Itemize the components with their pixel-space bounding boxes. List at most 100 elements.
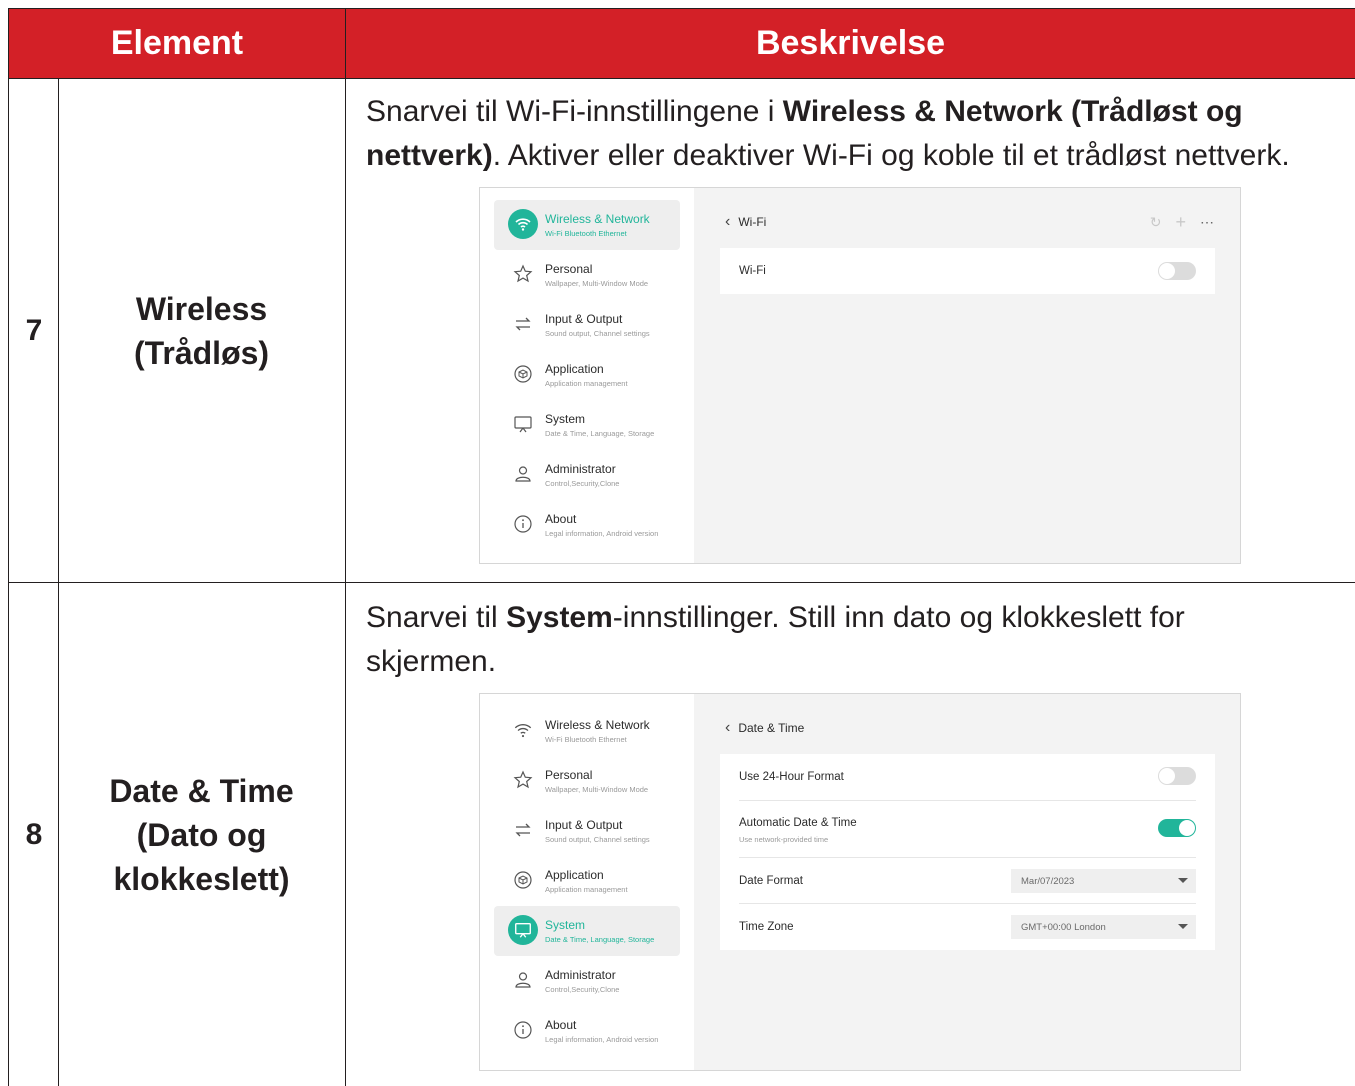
sidebar-item-sub: Legal information, Android version	[545, 529, 659, 538]
plus-icon[interactable]: +	[1175, 212, 1186, 233]
datetime-settings-screenshot: Wireless & Network Wi-Fi Bluetooth Ether…	[479, 693, 1241, 1071]
sidebar-item-sub: Legal information, Android version	[545, 1035, 659, 1044]
table-border-left	[8, 8, 9, 1086]
back-button[interactable]: ‹ Wi-Fi	[725, 213, 766, 231]
sidebar-item-sub: Wi-Fi Bluetooth Ethernet	[545, 735, 627, 744]
header-element-label: Element	[110, 24, 244, 62]
row-8-element-line3: klokkeslett)	[113, 860, 290, 897]
sidebar-item-sub: Control,Security,Clone	[545, 985, 620, 994]
monitor-icon	[508, 409, 538, 439]
refresh-icon[interactable]: ↻	[1150, 214, 1162, 231]
sidebar-item-wireless[interactable]: Wireless & Network Wi-Fi Bluetooth Ether…	[494, 706, 680, 756]
wifi-icon	[508, 209, 538, 239]
swap-icon	[508, 309, 538, 339]
settings-sidebar: Wireless & Network Wi-Fi Bluetooth Ether…	[480, 694, 694, 1070]
sidebar-item-input-output[interactable]: Input & Output Sound output, Channel set…	[494, 806, 680, 856]
wifi-toolbar: ↻ + ⋯	[1150, 212, 1214, 233]
sidebar-item-about[interactable]: About Legal information, Android version	[494, 500, 680, 550]
row-8-element-line1: Date & Time	[109, 772, 294, 809]
sidebar-item-label: About	[545, 512, 577, 526]
use24-label: Use 24-Hour Format	[739, 771, 844, 783]
chevron-left-icon: ‹	[725, 213, 731, 230]
row-8-description: Snarvei til System-innstillinger. Still …	[366, 596, 1246, 684]
info-icon	[508, 509, 538, 539]
sidebar-item-about[interactable]: About Legal information, Android version	[494, 1006, 680, 1056]
wifi-main-panel: ‹ Wi-Fi ↻ + ⋯ Wi-Fi	[695, 188, 1240, 563]
row-7-description: Snarvei til Wi-Fi-innstillingene i Wirel…	[366, 90, 1351, 178]
wifi-row-label: Wi-Fi	[739, 265, 766, 277]
header-description-label: Beskrivelse	[755, 24, 946, 62]
star-icon	[508, 765, 538, 795]
sidebar-item-sub: Control,Security,Clone	[545, 479, 620, 488]
row-8-element-line2: (Dato og	[136, 816, 267, 853]
chevron-down-icon	[1178, 924, 1188, 929]
wifi-toggle[interactable]	[1158, 262, 1196, 280]
sidebar-item-personal[interactable]: Personal Wallpaper, Multi-Window Mode	[494, 756, 680, 806]
sidebar-item-label: System	[545, 412, 586, 426]
settings-sidebar: Wireless & Network Wi-Fi Bluetooth Ether…	[480, 188, 694, 563]
auto-datetime-sub: Use network-provided time	[739, 835, 829, 844]
row-8-desc-text1: Snarvei til	[366, 601, 507, 634]
sidebar-item-administrator[interactable]: Administrator Control,Security,Clone	[494, 956, 680, 1006]
sidebar-item-sub: Date & Time, Language, Storage	[545, 935, 655, 944]
time-zone-select[interactable]: GMT+00:00 London	[1011, 915, 1196, 939]
more-icon[interactable]: ⋯	[1200, 214, 1214, 231]
sidebar-item-system[interactable]: System Date & Time, Language, Storage	[494, 906, 680, 956]
sidebar-item-label: Administrator	[545, 462, 616, 476]
sidebar-item-personal[interactable]: Personal Wallpaper, Multi-Window Mode	[494, 250, 680, 300]
box-icon	[508, 359, 538, 389]
datetime-card: Use 24-Hour Format Automatic Date & Time…	[720, 754, 1215, 950]
table-border-mid	[345, 8, 346, 1086]
date-format-value: Mar/07/2023	[1021, 875, 1075, 887]
sidebar-item-label: Personal	[545, 768, 593, 782]
auto-datetime-label: Automatic Date & Time	[739, 817, 857, 829]
sidebar-item-label: Wireless & Network	[545, 718, 650, 732]
star-icon	[508, 259, 538, 289]
sidebar-item-sub: Application management	[545, 379, 628, 388]
sidebar-item-system[interactable]: System Date & Time, Language, Storage	[494, 400, 680, 450]
sidebar-item-wireless[interactable]: Wireless & Network Wi-Fi Bluetooth Ether…	[494, 200, 680, 250]
header-description-cell: Beskrivelse	[346, 8, 1355, 78]
back-button[interactable]: ‹ Date & Time	[725, 719, 804, 737]
header-element-cell: Element	[8, 8, 346, 78]
datetime-main-panel: ‹ Date & Time Use 24-Hour Format Automat…	[695, 694, 1240, 1070]
time-zone-value: GMT+00:00 London	[1021, 921, 1106, 933]
sidebar-item-administrator[interactable]: Administrator Control,Security,Clone	[494, 450, 680, 500]
sidebar-item-input-output[interactable]: Input & Output Sound output, Channel set…	[494, 300, 680, 350]
row-8-desc-bold: System	[506, 601, 613, 634]
wifi-icon	[508, 715, 538, 745]
row-7-desc-text2: . Aktiver eller deaktiver Wi-Fi og koble…	[492, 139, 1290, 172]
chevron-left-icon: ‹	[725, 719, 731, 736]
sidebar-item-label: Personal	[545, 262, 593, 276]
row-7-number: 7	[25, 313, 43, 347]
sidebar-item-label: Input & Output	[545, 818, 623, 832]
info-icon	[508, 1015, 538, 1045]
sidebar-item-application[interactable]: Application Application management	[494, 350, 680, 400]
sidebar-item-sub: Sound output, Channel settings	[545, 329, 650, 338]
sidebar-item-sub: Date & Time, Language, Storage	[545, 429, 655, 438]
panel-title: Wi-Fi	[738, 215, 767, 229]
sidebar-item-label: Wireless & Network	[545, 212, 650, 226]
row-divider	[739, 800, 1196, 801]
sidebar-item-label: Input & Output	[545, 312, 623, 326]
wifi-settings-screenshot: Wireless & Network Wi-Fi Bluetooth Ether…	[479, 187, 1241, 564]
row-divider	[739, 857, 1196, 858]
sidebar-item-label: Administrator	[545, 968, 616, 982]
sidebar-item-label: Application	[545, 362, 604, 376]
box-icon	[508, 865, 538, 895]
row-8-number: 8	[25, 817, 43, 851]
sidebar-item-application[interactable]: Application Application management	[494, 856, 680, 906]
row-7-element-line2: (Trådløs)	[133, 334, 270, 371]
date-format-select[interactable]: Mar/07/2023	[1011, 869, 1196, 893]
sidebar-item-sub: Sound output, Channel settings	[545, 835, 650, 844]
chevron-down-icon	[1178, 878, 1188, 883]
sidebar-item-sub: Wi-Fi Bluetooth Ethernet	[545, 229, 627, 238]
use24-toggle[interactable]	[1158, 767, 1196, 785]
wifi-card: Wi-Fi	[720, 248, 1215, 294]
panel-title: Date & Time	[738, 721, 805, 735]
row-7-element: Wireless (Trådløs)	[58, 79, 345, 582]
sidebar-item-sub: Wallpaper, Multi-Window Mode	[545, 279, 649, 288]
auto-datetime-toggle[interactable]	[1158, 819, 1196, 837]
monitor-icon	[508, 915, 538, 945]
sidebar-item-sub: Application management	[545, 885, 628, 894]
